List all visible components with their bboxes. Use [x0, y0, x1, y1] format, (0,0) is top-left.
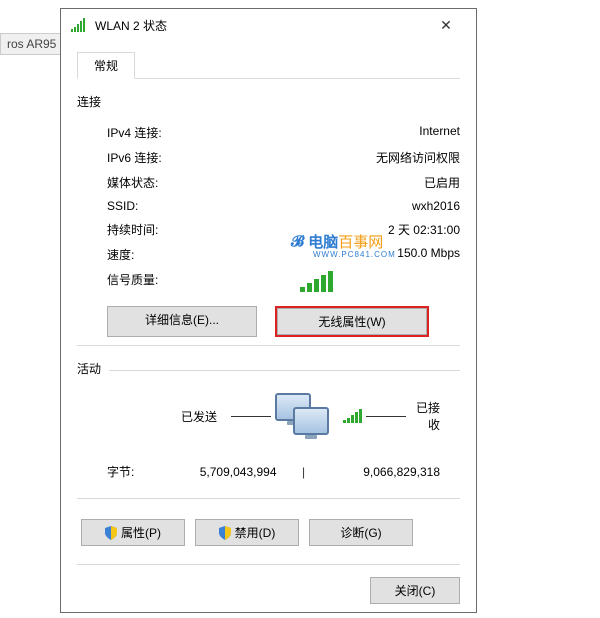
value-media-state: 已启用 [300, 174, 460, 191]
disable-button[interactable]: 禁用(D) [195, 519, 299, 546]
wlan-status-dialog: WLAN 2 状态 ✕ 常规 连接 IPv4 连接:Internet IPv6 … [60, 8, 477, 613]
section-connection: 连接 [77, 93, 460, 110]
close-icon[interactable]: ✕ [426, 11, 466, 39]
properties-button[interactable]: 属性(P) [81, 519, 185, 546]
network-activity-icon [275, 393, 362, 439]
close-button[interactable]: 关闭(C) [370, 577, 460, 604]
highlight-box: 无线属性(W) [275, 306, 429, 337]
wireless-properties-button[interactable]: 无线属性(W) [277, 308, 427, 335]
value-ipv4: Internet [300, 124, 460, 141]
section-activity: 活动 [77, 360, 460, 377]
value-ipv6: 无网络访问权限 [300, 149, 460, 166]
value-bytes-sent: 5,709,043,994 [167, 465, 277, 479]
label-media-state: 媒体状态: [107, 174, 300, 191]
dialog-title: WLAN 2 状态 [95, 17, 426, 34]
titlebar: WLAN 2 状态 ✕ [61, 9, 476, 41]
label-signal-quality: 信号质量: [107, 271, 300, 292]
value-duration: 2 天 02:31:00 [300, 221, 460, 238]
shield-icon [105, 526, 117, 540]
signal-bars-icon [300, 271, 460, 292]
tab-bar: 常规 [77, 51, 460, 79]
label-duration: 持续时间: [107, 221, 300, 238]
value-ssid: wxh2016 [300, 199, 460, 213]
label-ipv6: IPv6 连接: [107, 149, 300, 166]
label-received: 已接收 [410, 399, 460, 433]
value-bytes-received: 9,066,829,318 [331, 465, 461, 479]
label-speed: 速度: [107, 246, 300, 263]
tab-general[interactable]: 常规 [77, 52, 135, 79]
label-bytes: 字节: [107, 463, 167, 480]
label-ipv4: IPv4 连接: [107, 124, 300, 141]
value-speed: 150.0 Mbps [300, 246, 460, 263]
label-sent: 已发送 [107, 408, 227, 425]
diagnose-button[interactable]: 诊断(G) [309, 519, 413, 546]
shield-icon [219, 526, 231, 540]
label-ssid: SSID: [107, 199, 300, 213]
background-item: ros AR95 [0, 33, 63, 55]
details-button[interactable]: 详细信息(E)... [107, 306, 257, 337]
wifi-signal-icon [71, 18, 87, 32]
